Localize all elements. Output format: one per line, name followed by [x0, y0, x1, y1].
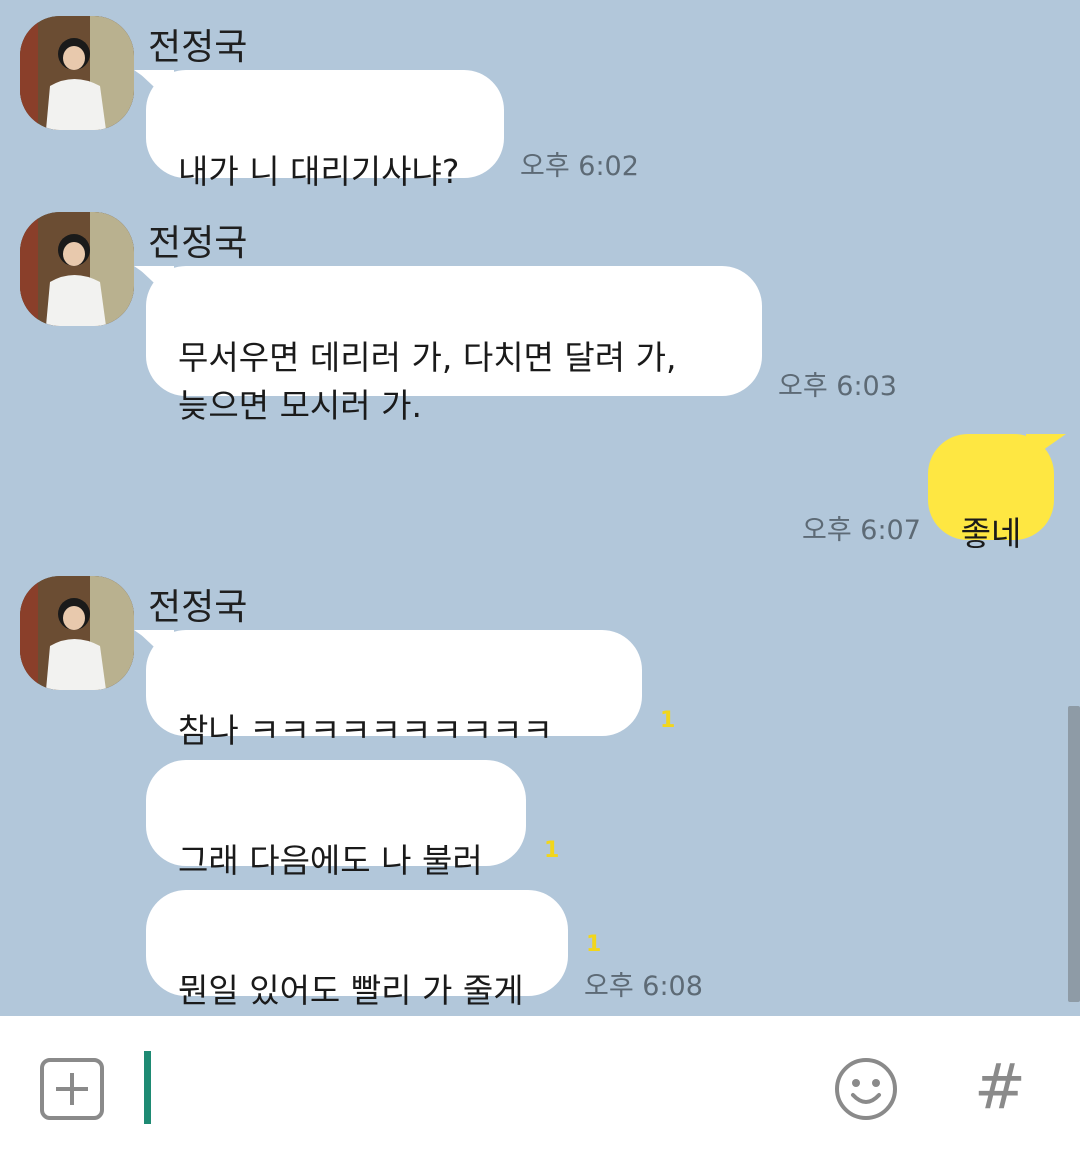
message-bubble[interactable]: 그래 다음에도 나 불러 [146, 760, 526, 880]
message-text: 무서우면 데리러 가, 다치면 달려 가, 늦으면 모시러 가. [178, 338, 677, 425]
plus-icon[interactable] [40, 1058, 104, 1120]
message-time: 오후 6:08 [584, 971, 703, 1002]
message-bubble-mine[interactable]: 좋네 [928, 434, 1054, 553]
sender-name: 전정국 [148, 27, 248, 68]
message-input[interactable] [144, 1051, 151, 1124]
message-input-bar [0, 1016, 1080, 1160]
unread-count: 1 [544, 838, 560, 863]
chat-area[interactable]: 전정국 내가 니 대리기사냐? 오후 6:02 전정국 무서우면 데리러 가, … [0, 0, 1080, 1016]
message-text: 참나 ㅋㅋㅋㅋㅋㅋㅋㅋㅋㅋ [178, 711, 553, 750]
sender-name: 전정국 [148, 223, 248, 264]
message-bubble[interactable]: 내가 니 대리기사냐? [146, 70, 504, 191]
unread-count: 1 [660, 708, 676, 733]
sender-name: 전정국 [148, 587, 248, 628]
avatar[interactable] [20, 16, 134, 130]
message-text: 그래 다음에도 나 불러 [178, 841, 483, 880]
unread-count: 1 [586, 932, 602, 957]
message-text: 내가 니 대리기사냐? [178, 152, 460, 191]
message-bubble[interactable]: 뭔일 있어도 빨리 가 줄게 [146, 890, 568, 1010]
emoji-icon[interactable] [834, 1057, 898, 1121]
message-text: 뭔일 있어도 빨리 가 줄게 [178, 971, 524, 1010]
avatar[interactable] [20, 576, 134, 690]
hashtag-button[interactable]: # [970, 1052, 1030, 1122]
message-time: 오후 6:02 [520, 151, 639, 182]
message-time: 오후 6:07 [802, 515, 921, 546]
scrollbar[interactable] [1068, 706, 1080, 1002]
message-bubble[interactable]: 참나 ㅋㅋㅋㅋㅋㅋㅋㅋㅋㅋ [146, 630, 642, 750]
message-bubble[interactable]: 무서우면 데리러 가, 다치면 달려 가, 늦으면 모시러 가. [146, 266, 762, 425]
avatar[interactable] [20, 212, 134, 326]
message-time: 오후 6:03 [778, 371, 897, 402]
message-text: 좋네 [960, 514, 1022, 553]
